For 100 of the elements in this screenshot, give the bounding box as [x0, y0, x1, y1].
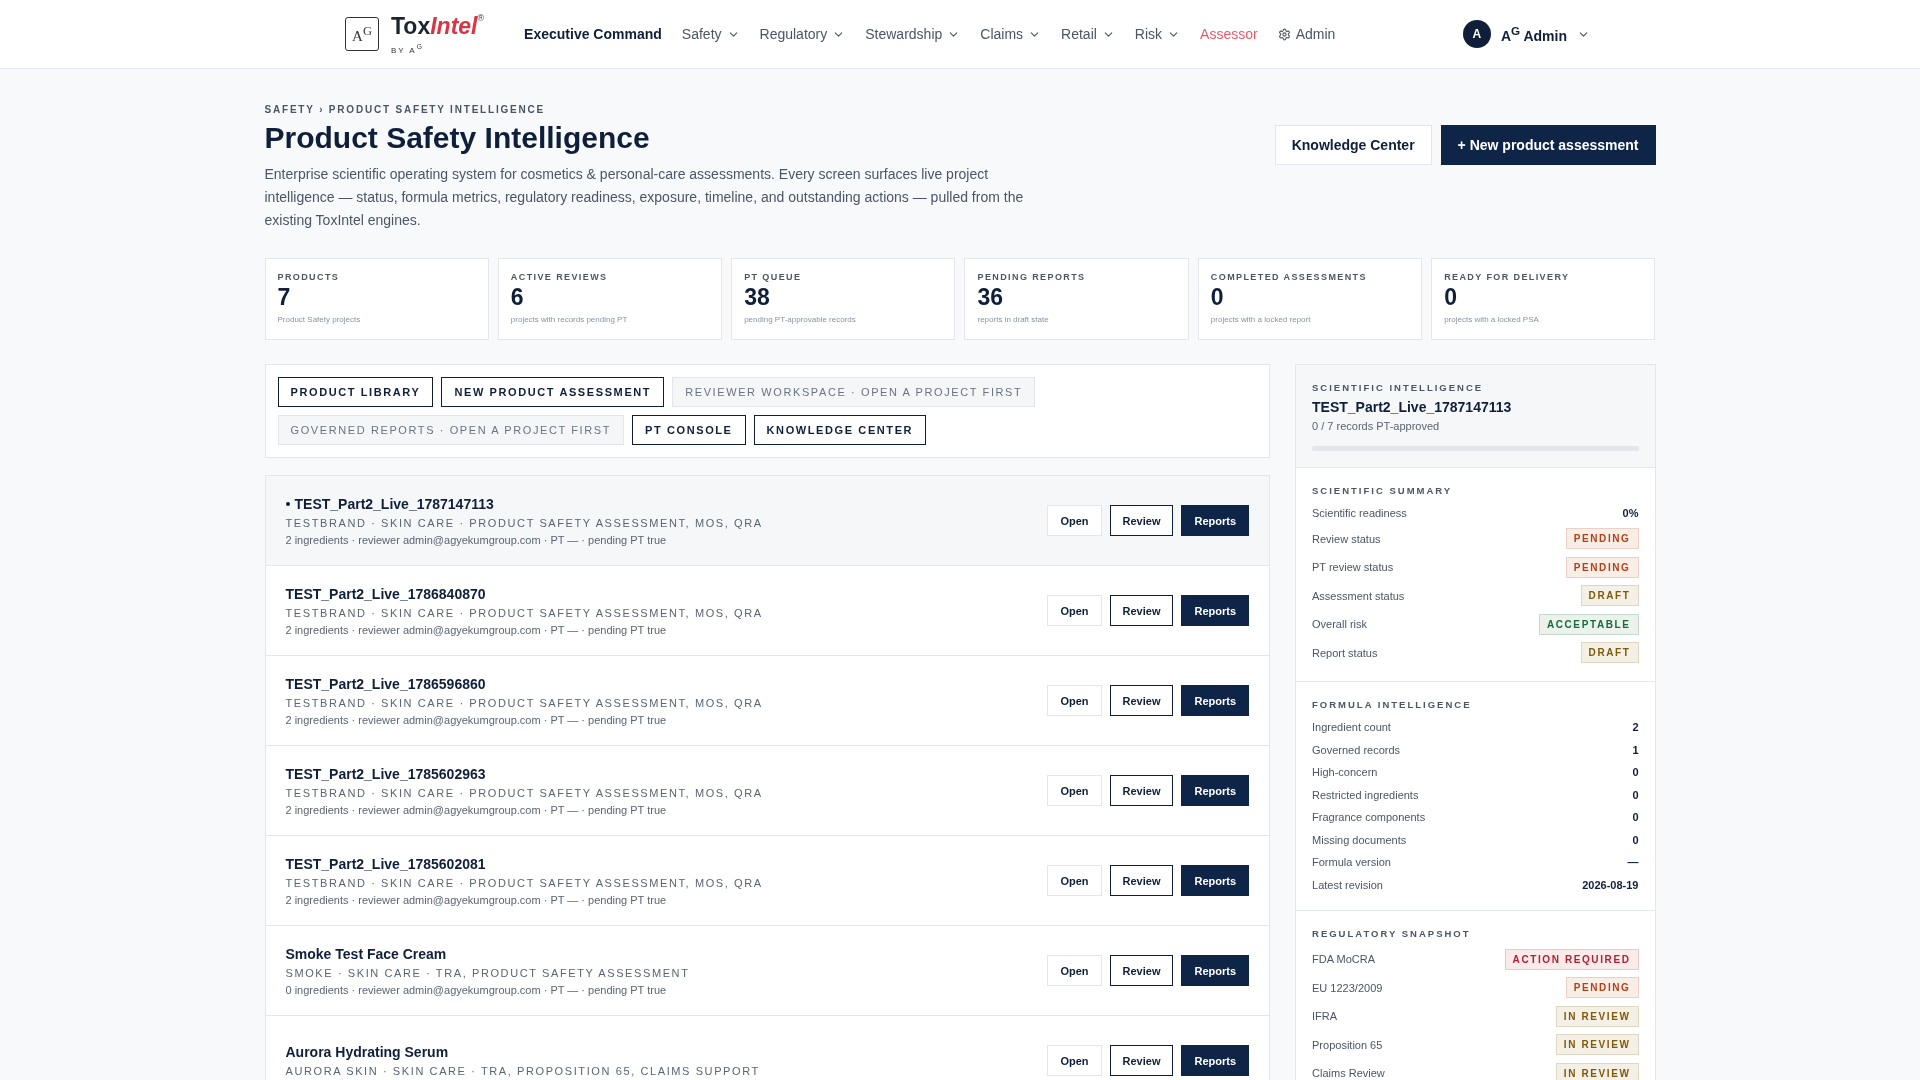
user-name[interactable]: A$^{G}$ Admin: [1500, 24, 1567, 44]
metric-label: Ingredient count: [1312, 721, 1391, 734]
logo-text: Tox: [391, 13, 431, 41]
open-button[interactable]: Open: [1047, 955, 1102, 986]
action-button[interactable]: PT CONSOLE: [632, 415, 746, 445]
metric-label: Restricted ingredients: [1312, 788, 1419, 801]
section-title: REGULATORY SNAPSHOT: [1312, 928, 1472, 939]
stat-note: pending PT-approvable records: [744, 315, 857, 324]
project-details: 2 ingredients · reviewer admin@agyekumgroup.com · PT — · pending PT true: [285, 533, 668, 546]
stat-value: 36: [977, 284, 1005, 311]
stat-label: READY FOR DELIVERY: [1444, 272, 1571, 282]
action-button[interactable]: NEW PRODUCT ASSESSMENT: [441, 377, 665, 407]
stat-value: 6: [510, 284, 525, 311]
metric-value: 0: [1632, 766, 1639, 779]
nav-link[interactable]: Risk: [1134, 26, 1181, 42]
knowledge-center-button[interactable]: Knowledge Center: [1274, 125, 1432, 165]
metric-label: Missing documents: [1312, 833, 1407, 846]
metric-label: FDA MoCRA: [1312, 953, 1375, 966]
stat-note: projects with a locked PSA: [1444, 315, 1540, 324]
section-title: SCIENTIFIC SUMMARY: [1312, 485, 1454, 496]
project-tags: AURORA SKIN · SKIN CARE · TRA, PROPOSITION 65, CLAIMS SUPPORT: [285, 1065, 760, 1077]
logo-byline: BY A$^{G}$: [391, 43, 425, 55]
status-badge: IN REVIEW: [1555, 1005, 1639, 1027]
reports-button[interactable]: Reports: [1181, 1045, 1250, 1076]
stat-label: PRODUCTS: [277, 272, 341, 282]
open-button[interactable]: Open: [1047, 505, 1102, 536]
reports-button[interactable]: Reports: [1181, 955, 1250, 986]
user-avatar[interactable]: A: [1462, 20, 1491, 48]
review-button[interactable]: Review: [1109, 775, 1174, 806]
logo-icon: A$^{G}$: [345, 17, 379, 51]
stat-label: COMPLETED ASSESSMENTS: [1210, 272, 1368, 282]
project-tags: TESTBRAND · SKIN CARE · PRODUCT SAFETY ASSESSMENT, MOS, QRA: [285, 876, 763, 889]
review-button[interactable]: Review: [1109, 1045, 1174, 1076]
status-badge: ACTION REQUIRED: [1504, 948, 1639, 970]
open-button[interactable]: Open: [1047, 1045, 1102, 1076]
metric-label: EU 1223/2009: [1312, 981, 1383, 994]
nav-link[interactable]: Retail: [1061, 26, 1115, 42]
metric-label: Assessment status: [1312, 589, 1405, 602]
review-button[interactable]: Review: [1109, 505, 1174, 536]
project-tags: TESTBRAND · SKIN CARE · PRODUCT SAFETY ASSESSMENT, MOS, QRA: [285, 786, 763, 799]
reports-button[interactable]: Reports: [1181, 595, 1250, 626]
stat-note: Product Safety projects: [277, 315, 362, 324]
metric-label: Claims Review: [1312, 1067, 1385, 1080]
project-details: 2 ingredients · reviewer admin@agyekumgroup.com · PT — · pending PT true: [285, 623, 668, 636]
nav-link[interactable]: Executive Command: [524, 26, 662, 42]
reports-button[interactable]: Reports: [1181, 865, 1250, 896]
metric-label: PT review status: [1312, 561, 1394, 574]
metric-value: 0: [1632, 833, 1639, 846]
selected-dot-icon: [285, 501, 290, 506]
page-description: Enterprise scientific operating system for cosmetics & personal-care assessments. Every screen surfaces live project intelligence — status, formula metrics, regulatory readiness, exposure, timeline, and outstanding actions — pulled from the existing ToxIntel engines.: [264, 165, 1025, 230]
open-button[interactable]: Open: [1047, 865, 1102, 896]
status-badge: PENDING: [1565, 977, 1639, 999]
project-row[interactable]: TEST_Part2_Live_1787147113 TESTBRAND · SKIN CARE · PRODUCT SAFETY ASSESSMENT, MOS, QRA 2 ingredients · reviewer admin@agyekumgroup.com · PT — · pending PT true Open Review Reports: [265, 476, 1270, 566]
metric-label: Report status: [1312, 646, 1378, 659]
status-badge: ACCEPTABLE: [1538, 613, 1639, 635]
nav-link[interactable]: Claims: [980, 26, 1042, 42]
status-badge: DRAFT: [1580, 642, 1639, 664]
breadcrumb: SAFETY › PRODUCT SAFETY INTELLIGENCE: [264, 104, 547, 115]
review-button[interactable]: Review: [1109, 955, 1174, 986]
stat-label: PENDING REPORTS: [977, 272, 1087, 282]
stat-value: 0: [1444, 284, 1458, 311]
new-assessment-button[interactable]: + New product assessment: [1440, 125, 1656, 165]
project-name: TEST_Part2_Live_1786596860: [285, 675, 486, 692]
metric-label: Proposition 65: [1312, 1038, 1383, 1051]
page-title: Product Safety Intelligence: [264, 121, 651, 155]
review-button[interactable]: Review: [1109, 595, 1174, 626]
settings-icon: [1277, 27, 1291, 41]
review-button[interactable]: Review: [1109, 865, 1174, 896]
status-badge: IN REVIEW: [1555, 1034, 1639, 1056]
nav-link[interactable]: Safety: [681, 26, 740, 42]
reports-button[interactable]: Reports: [1181, 685, 1250, 716]
nav-link[interactable]: Stewardship: [865, 26, 961, 42]
section-title: SCIENTIFIC INTELLIGENCE: [1312, 382, 1485, 393]
project-details: 0 ingredients · reviewer admin@agyekumgroup.com · PT — · pending PT true: [285, 983, 668, 996]
project-details: 2 ingredients · reviewer admin@agyekumgroup.com · PT — · pending PT true: [285, 713, 668, 726]
metric-value: 0: [1632, 811, 1639, 824]
open-button[interactable]: Open: [1047, 595, 1102, 626]
action-button[interactable]: PRODUCT LIBRARY: [277, 377, 434, 407]
metric-value: 0%: [1622, 507, 1639, 520]
stat-label: PT QUEUE: [744, 272, 803, 282]
metric-value: 2: [1632, 721, 1639, 734]
action-button[interactable]: KNOWLEDGE CENTER: [753, 415, 927, 445]
stat-note: projects with a locked report: [1210, 315, 1312, 324]
project-tags: TESTBRAND · SKIN CARE · PRODUCT SAFETY ASSESSMENT, MOS, QRA: [285, 606, 763, 619]
review-button[interactable]: Review: [1109, 685, 1174, 716]
status-badge: DRAFT: [1580, 585, 1639, 607]
open-button[interactable]: Open: [1047, 775, 1102, 806]
project-name: TEST_Part2_Live_1787147113: [294, 495, 494, 512]
project-tags: SMOKE · SKIN CARE · TRA, PRODUCT SAFETY ASSESSMENT: [285, 966, 690, 979]
nav-link[interactable]: Admin: [1277, 26, 1336, 42]
registered-mark: ®: [477, 13, 485, 24]
project-name: TEST_Part2_Live_1786840870: [285, 585, 486, 602]
section-title: FORMULA INTELLIGENCE: [1312, 699, 1473, 710]
progress-text: 0 / 7 records PT-approved: [1312, 420, 1441, 432]
reports-button[interactable]: Reports: [1181, 775, 1250, 806]
nav-link[interactable]: Regulatory: [759, 26, 846, 42]
metric-label: Review status: [1312, 532, 1381, 545]
nav-link[interactable]: Assessor: [1200, 26, 1258, 42]
open-button[interactable]: Open: [1047, 685, 1102, 716]
reports-button[interactable]: Reports: [1181, 505, 1250, 536]
